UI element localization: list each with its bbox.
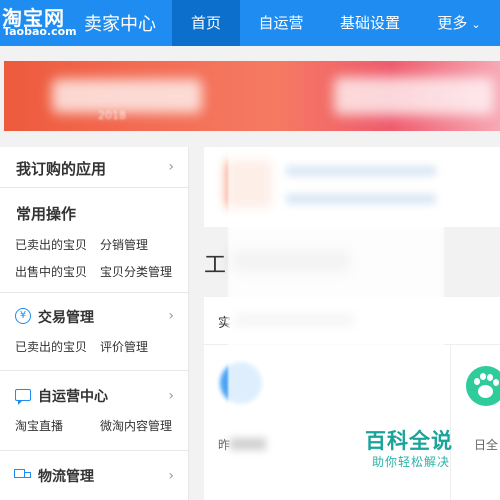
nav-tab-self-operation[interactable]: 自运营 [240,0,322,46]
link-taobao-live[interactable]: 淘宝直播 [15,417,63,434]
watermark-subtitle: 助你轻松解决 [372,455,451,469]
workbench-title: 工 [204,253,227,278]
nav-tab-home[interactable]: 首页 [172,0,240,46]
logistics-management-title[interactable]: 物流管理 [38,466,94,486]
chevron-right-icon: › [168,159,174,175]
link-weitao-content-management[interactable]: 微淘内容管理 [100,417,172,434]
watermark-title: 百科全说 [365,429,453,453]
top-navigation-bar: 淘宝网 Taobao.com 卖家中心 首页 自运营 基础设置 更多 ⌄ [0,0,500,46]
link-items-on-sale[interactable]: 出售中的宝贝 [15,263,87,280]
stats-column-divider [450,345,451,500]
chevron-right-icon[interactable]: › [168,468,174,484]
sidebar-divider [0,370,188,371]
link-item-category-management[interactable]: 宝贝分类管理 [100,263,172,280]
sidebar-divider [0,292,188,293]
truck-icon [14,469,32,481]
chevron-right-icon[interactable]: › [168,388,174,404]
link-distribution-management[interactable]: 分销管理 [100,236,148,253]
stat-yesterday-blurred [230,438,266,450]
stat-all-day-label: 日全 [474,438,499,452]
sidebar-divider [0,450,188,451]
left-sidebar: 我订购的应用 › 常用操作 已卖出的宝贝 分销管理 出售中的宝贝 宝贝分类管理 … [0,147,189,500]
chat-icon [15,389,31,405]
link-sold-items[interactable]: 已卖出的宝贝 [15,236,87,253]
promo-banner[interactable]: 2018 [4,61,500,131]
taobao-logo-domain: Taobao.com [3,25,77,38]
nav-more-label: 更多 [437,14,468,32]
overlay-blurred-line [286,166,436,176]
seller-center-title[interactable]: 卖家中心 [84,10,156,36]
link-review-management[interactable]: 评价管理 [100,338,148,355]
trade-management-title[interactable]: 交易管理 [38,307,94,327]
nav-tab-more[interactable]: 更多 ⌄ [418,0,500,46]
paw-icon [466,366,500,406]
blurred-overlay-panel [228,150,444,420]
subscribed-apps-title: 我订购的应用 [16,160,107,178]
overlay-blurred-line [286,194,436,204]
link-trade-sold-items[interactable]: 已卖出的宝贝 [15,338,87,355]
chevron-right-icon[interactable]: › [168,308,174,324]
banner-blurred-headline [52,79,202,113]
yen-icon: ¥ [15,308,31,324]
chevron-down-icon: ⌄ [471,18,481,31]
self-operation-center-title[interactable]: 自运营中心 [38,386,108,406]
common-ops-title: 常用操作 [16,205,77,223]
banner-year: 2018 [98,109,126,122]
subscribed-apps-header[interactable]: 我订购的应用 › [0,147,188,188]
stat-yesterday-label: 昨 [218,438,231,452]
nav-tab-basic-settings[interactable]: 基础设置 [322,0,418,46]
banner-blurred-slogan [334,77,494,115]
